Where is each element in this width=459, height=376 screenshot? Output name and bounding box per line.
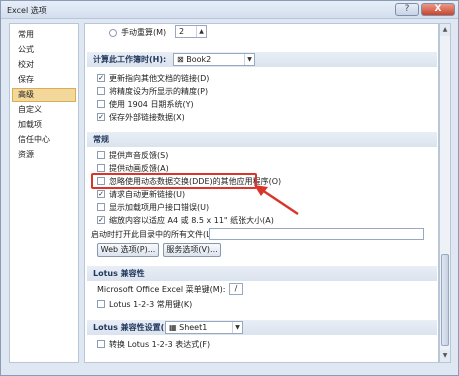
sidebar-item-advanced[interactable]: 高级	[12, 88, 76, 102]
workbook-icon: ⊠	[177, 55, 187, 64]
scale-a4-label: 缩放内容以适应 A4 或 8.5 x 11" 纸张大小(A)	[109, 216, 274, 225]
lotus-keys-checkbox[interactable]	[97, 300, 105, 308]
lotus-sheet-value: Sheet1	[179, 323, 208, 332]
addin-ui-errors-checkbox[interactable]	[97, 203, 105, 211]
option-transition-formula[interactable]: 转换 Lotus 1-2-3 表达式(F)	[97, 339, 297, 350]
sidebar-item-customize[interactable]: 自定义	[12, 103, 76, 117]
precision-label: 将精度设为所显示的精度(P)	[109, 87, 209, 96]
sidebar-item-proofing[interactable]: 校对	[12, 58, 76, 72]
lotus-sheet-select[interactable]: ▦ Sheet1 ▼	[165, 321, 243, 334]
option-scale-a4[interactable]: 缩放内容以适应 A4 或 8.5 x 11" 纸张大小(A)	[97, 215, 357, 226]
addin-ui-errors-label: 显示加载项用户接口错误(U)	[109, 203, 210, 212]
lotus-settings-header-label: Lotus 兼容性设置(L):	[93, 323, 177, 332]
animation-feedback-checkbox[interactable]	[97, 164, 105, 172]
window-title: Excel 选项	[7, 6, 47, 15]
sidebar-item-save[interactable]: 保存	[12, 73, 76, 87]
sidebar-item-general[interactable]: 常用	[12, 28, 76, 42]
lotus-compat-header: Lotus 兼容性	[87, 266, 437, 281]
scroll-up-icon[interactable]: ▲	[440, 24, 450, 36]
calc-workbook-value: Book2	[186, 55, 212, 64]
chevron-down-icon: ▼	[244, 54, 254, 65]
option-lotus-navigation-keys[interactable]: Lotus 1-2-3 常用键(K)	[97, 299, 297, 310]
calc-workbook-header: 计算此工作簿时(H):	[87, 52, 437, 67]
sidebar-item-resources[interactable]: 资源	[12, 148, 76, 162]
excel-options-dialog: Excel 选项 ? X 常用 公式 校对 保存 高级 自定义 加载项 信任中心…	[0, 0, 459, 376]
lotus-keys-label: Lotus 1-2-3 常用键(K)	[109, 300, 193, 309]
manual-recalc-label: 手动重算(M)	[121, 28, 167, 37]
sidebar-item-addins[interactable]: 加载项	[12, 118, 76, 132]
scale-a4-checkbox[interactable]	[97, 216, 105, 224]
option-precision-as-displayed[interactable]: 将精度设为所显示的精度(P)	[97, 86, 317, 97]
manual-recalc-radio[interactable]	[109, 29, 117, 37]
close-button[interactable]: X	[421, 3, 455, 16]
calc-workbook-header-label: 计算此工作簿时(H):	[93, 55, 167, 64]
update-links-checkbox[interactable]	[97, 74, 105, 82]
service-options-button[interactable]: 服务选项(V)...	[163, 243, 221, 257]
option-update-links[interactable]: 更新指向其他文档的链接(D)	[97, 73, 317, 84]
ask-update-links-checkbox[interactable]	[97, 190, 105, 198]
update-links-label: 更新指向其他文档的链接(D)	[109, 74, 210, 83]
web-options-button[interactable]: Web 选项(P)...	[97, 243, 159, 257]
option-save-external-links[interactable]: 保存外部链接数据(X)	[97, 112, 317, 123]
sound-feedback-checkbox[interactable]	[97, 151, 105, 159]
ask-update-links-label: 请求自动更新链接(U)	[109, 190, 186, 199]
calc-workbook-select[interactable]: ⊠ Book2 ▼	[173, 53, 255, 66]
startup-folder-input[interactable]	[209, 228, 424, 240]
sound-feedback-label: 提供声音反馈(S)	[109, 151, 169, 160]
highlight-box	[91, 173, 257, 189]
sidebar-item-trust-center[interactable]: 信任中心	[12, 133, 76, 147]
scroll-thumb[interactable]	[441, 254, 449, 346]
transition-formula-checkbox[interactable]	[97, 340, 105, 348]
save-external-links-checkbox[interactable]	[97, 113, 105, 121]
option-sound-feedback[interactable]: 提供声音反馈(S)	[97, 150, 317, 161]
help-button[interactable]: ?	[395, 3, 419, 16]
iteration-count-value: 2	[179, 27, 185, 36]
transition-formula-label: 转换 Lotus 1-2-3 表达式(F)	[109, 340, 211, 349]
lotus-settings-header: Lotus 兼容性设置(L):	[87, 320, 437, 335]
menu-key-label: Microsoft Office Excel 菜单键(M):	[97, 285, 226, 294]
sheet-icon: ▦	[169, 323, 180, 332]
iteration-count-spinner[interactable]: 2 ▲	[175, 25, 207, 38]
sidebar-item-formulas[interactable]: 公式	[12, 43, 76, 57]
date-1904-checkbox[interactable]	[97, 100, 105, 108]
options-sidebar: 常用 公式 校对 保存 高级 自定义 加载项 信任中心 资源	[9, 23, 79, 363]
general-section-header: 常规	[87, 132, 437, 147]
chevron-down-icon: ▼	[232, 322, 242, 333]
save-external-links-label: 保存外部链接数据(X)	[109, 113, 185, 122]
menu-key-input[interactable]: /	[229, 283, 243, 295]
scroll-down-icon[interactable]: ▼	[440, 350, 450, 362]
spinner-arrows-icon: ▲	[196, 26, 206, 37]
red-arrow-icon	[254, 185, 299, 216]
option-1904-date-system[interactable]: 使用 1904 日期系统(Y)	[97, 99, 317, 110]
title-bar: Excel 选项 ? X	[1, 1, 458, 19]
date-1904-label: 使用 1904 日期系统(Y)	[109, 100, 194, 109]
precision-checkbox[interactable]	[97, 87, 105, 95]
vertical-scrollbar[interactable]: ▲ ▼	[439, 23, 451, 363]
